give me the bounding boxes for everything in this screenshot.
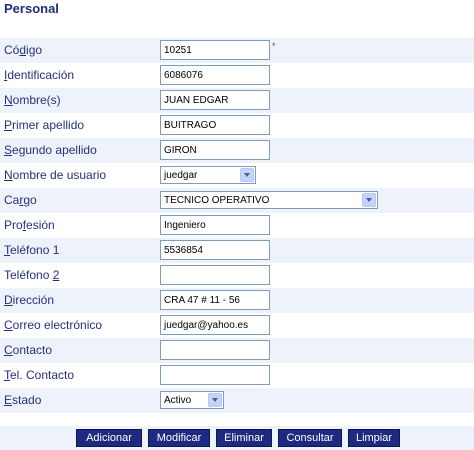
chevron-down-icon[interactable] <box>240 168 254 182</box>
personal-form: Código 10251 * Identificación 6086076 No… <box>0 38 474 413</box>
label-cargo: Cargo <box>4 193 37 207</box>
primer-apellido-field[interactable]: BUITRAGO <box>160 115 270 135</box>
label-tel-contacto: Tel. Contacto <box>4 368 75 382</box>
label-primer-apellido: Primer apellido <box>4 118 85 132</box>
label-telefono1: Teléfono 1 <box>4 243 60 257</box>
label-identificacion: Identificación <box>4 68 75 82</box>
cargo-select[interactable]: TECNICO OPERATIVO <box>160 191 378 209</box>
row-tel-contacto: Tel. Contacto <box>0 363 474 388</box>
label-estado: Estado <box>4 393 42 407</box>
usuario-select[interactable]: juedgar <box>160 166 256 184</box>
row-correo: Correo electrónico juedgar@yahoo.es <box>0 313 474 338</box>
row-segundo-apellido: Segundo apellido GIRON <box>0 138 474 163</box>
row-telefono2: Teléfono 2 <box>0 263 474 288</box>
row-direccion: Dirección CRA 47 # 11 - 56 <box>0 288 474 313</box>
button-bar: Adicionar Modificar Eliminar Consultar L… <box>0 426 474 450</box>
row-estado: Estado Activo <box>0 388 474 413</box>
telefono2-field[interactable] <box>160 265 270 285</box>
row-profesion: Profesión Ingeniero <box>0 213 474 238</box>
nombres-field[interactable]: JUAN EDGAR <box>160 90 270 110</box>
row-codigo: Código 10251 * <box>0 38 474 63</box>
consultar-button[interactable]: Consultar <box>278 429 342 447</box>
label-usuario: Nombre de usuario <box>4 168 107 182</box>
codigo-field[interactable]: 10251 <box>160 40 270 60</box>
usuario-select-value: juedgar <box>164 170 198 181</box>
label-direccion: Dirección <box>4 293 55 307</box>
estado-select-value: Activo <box>164 395 192 406</box>
telefono1-field[interactable]: 5536854 <box>160 240 270 260</box>
row-primer-apellido: Primer apellido BUITRAGO <box>0 113 474 138</box>
segundo-apellido-field[interactable]: GIRON <box>160 140 270 160</box>
row-telefono1: Teléfono 1 5536854 <box>0 238 474 263</box>
label-contacto: Contacto <box>4 343 53 357</box>
row-nombres: Nombre(s) JUAN EDGAR <box>0 88 474 113</box>
limpiar-button[interactable]: Limpiar <box>348 429 400 447</box>
tel-contacto-field[interactable] <box>160 365 270 385</box>
row-cargo: Cargo TECNICO OPERATIVO <box>0 188 474 213</box>
profesion-field[interactable]: Ingeniero <box>160 215 270 235</box>
contacto-field[interactable] <box>160 340 270 360</box>
chevron-down-icon[interactable] <box>208 393 222 407</box>
chevron-down-icon[interactable] <box>362 193 376 207</box>
modificar-button[interactable]: Modificar <box>148 429 210 447</box>
label-telefono2: Teléfono 2 <box>4 268 60 282</box>
eliminar-button[interactable]: Eliminar <box>216 429 272 447</box>
required-mark: * <box>272 41 276 51</box>
cargo-select-value: TECNICO OPERATIVO <box>164 195 270 206</box>
row-contacto: Contacto <box>0 338 474 363</box>
row-identificacion: Identificación 6086076 <box>0 63 474 88</box>
correo-field[interactable]: juedgar@yahoo.es <box>160 315 270 335</box>
label-codigo: Código <box>4 43 43 57</box>
row-usuario: Nombre de usuario juedgar <box>0 163 474 188</box>
label-nombres: Nombre(s) <box>4 93 61 107</box>
label-profesion: Profesión <box>4 218 55 232</box>
label-segundo-apellido: Segundo apellido <box>4 143 97 157</box>
adicionar-button[interactable]: Adicionar <box>76 429 142 447</box>
label-correo: Correo electrónico <box>4 318 103 332</box>
direccion-field[interactable]: CRA 47 # 11 - 56 <box>160 290 270 310</box>
page-title: Personal <box>4 1 59 16</box>
identificacion-field[interactable]: 6086076 <box>160 65 270 85</box>
estado-select[interactable]: Activo <box>160 391 224 409</box>
